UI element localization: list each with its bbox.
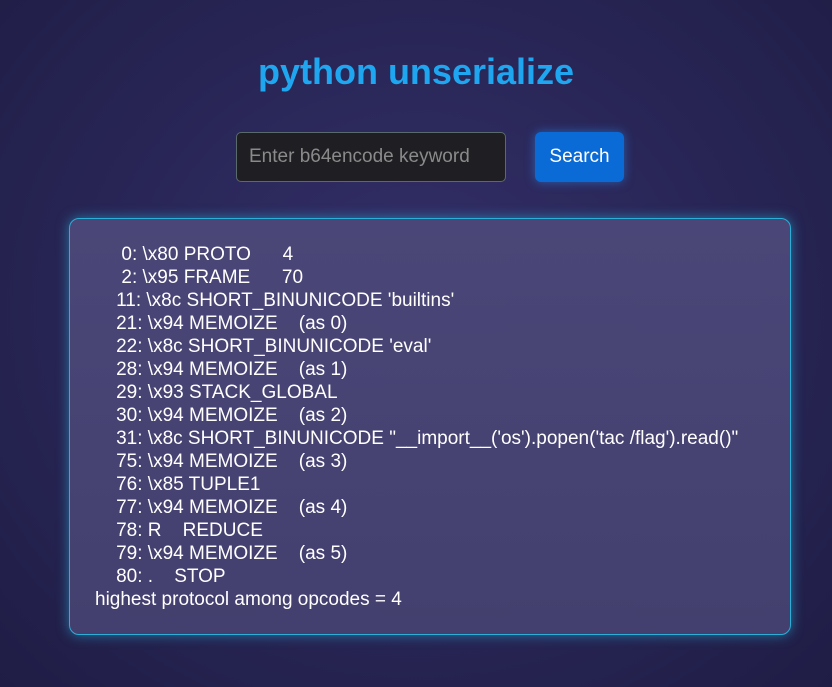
pickle-disassembly-output: 0: \x80 PROTO 4 2: \x95 FRAME 70 11: \x8… [95,244,739,610]
search-button[interactable]: Search [535,132,624,182]
output-panel: 0: \x80 PROTO 4 2: \x95 FRAME 70 11: \x8… [69,218,791,635]
search-input[interactable] [236,132,506,182]
page-title: python unserialize [257,51,575,92]
